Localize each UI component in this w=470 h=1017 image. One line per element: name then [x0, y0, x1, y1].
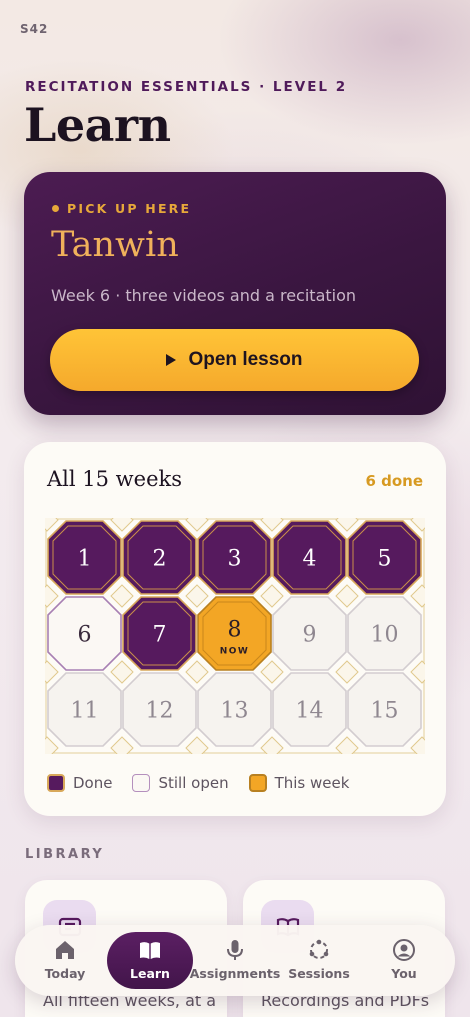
course-kicker: RECITATION ESSENTIALS · LEVEL 2	[25, 79, 348, 95]
weeks-card: All 15 weeks 6 done 1 2 3 4 5 6 7 8 NOW 9 10 11 12 13…	[24, 442, 446, 816]
tab-learn-label: Learn	[130, 966, 170, 981]
grid-diamond	[45, 518, 59, 532]
week-number: 15	[371, 699, 399, 724]
grid-diamond	[260, 660, 284, 684]
week-tile-15[interactable]: 15	[347, 672, 422, 747]
lesson-title: Tanwin	[51, 225, 179, 265]
tab-you-label: You	[391, 966, 417, 981]
week-number: 3	[228, 547, 242, 572]
profile-icon	[393, 939, 415, 961]
week-tile-5[interactable]: 5	[347, 520, 422, 595]
status-dot-icon	[52, 205, 59, 212]
grid-diamond	[260, 518, 284, 532]
grid-diamond	[410, 660, 425, 684]
week-number: 4	[303, 547, 317, 572]
week-number: 7	[153, 623, 167, 648]
pickup-label: PICK UP HERE	[52, 201, 191, 216]
bottom-tab-bar: Today Learn Assignments Sessions You	[15, 925, 455, 996]
week-number: 1	[78, 547, 92, 572]
week-tile-6[interactable]: 6	[47, 596, 122, 671]
legend-done: Done	[47, 774, 112, 792]
week-number: 14	[296, 699, 324, 724]
grid-diamond	[260, 736, 284, 754]
week-tile-7[interactable]: 7	[122, 596, 197, 671]
status-code: S42	[20, 22, 49, 36]
week-tile-9[interactable]: 9	[272, 596, 347, 671]
home-icon	[56, 941, 74, 959]
grid-diamond	[110, 518, 134, 532]
grid-diamond	[185, 584, 209, 608]
week-tile-12[interactable]: 12	[122, 672, 197, 747]
week-tile-13[interactable]: 13	[197, 672, 272, 747]
legend-open: Still open	[132, 774, 229, 792]
library-heading: LIBRARY	[25, 847, 105, 862]
week-tile-8[interactable]: 8 NOW	[197, 596, 272, 671]
grid-diamond	[260, 584, 284, 608]
tab-sessions-label: Sessions	[288, 966, 350, 981]
week-number: 10	[371, 623, 399, 648]
grid-diamond	[410, 584, 425, 608]
grid-diamond	[335, 518, 359, 532]
pickup-text: PICK UP HERE	[67, 201, 192, 216]
grid-diamond	[185, 518, 209, 532]
book-icon	[140, 942, 160, 959]
legend-open-label: Still open	[158, 774, 229, 792]
grid-diamond	[185, 736, 209, 754]
grid-diamond	[335, 736, 359, 754]
week-number: 12	[146, 699, 174, 724]
grid-diamond	[185, 660, 209, 684]
tab-today[interactable]: Today	[22, 932, 108, 989]
tab-assignments-label: Assignments	[189, 966, 281, 981]
week-number: 11	[71, 699, 99, 724]
now-badge: NOW	[220, 647, 250, 657]
week-number: 13	[221, 699, 249, 724]
grid-diamond	[335, 584, 359, 608]
week-number: 8	[228, 618, 242, 643]
tab-learn[interactable]: Learn	[107, 932, 193, 989]
legend-done-swatch	[47, 774, 65, 792]
week-number: 6	[78, 623, 92, 648]
grid-diamond	[335, 660, 359, 684]
grid-diamond	[45, 660, 59, 684]
week-tile-2[interactable]: 2	[122, 520, 197, 595]
microphone-icon	[227, 940, 243, 960]
grid-diamond	[410, 736, 425, 754]
legend-now: This week	[248, 774, 350, 792]
legend-now-swatch	[248, 774, 267, 792]
grid-diamond	[110, 736, 134, 754]
week-tile-3[interactable]: 3	[197, 520, 272, 595]
weeks-grid: 1 2 3 4 56 7 8NOW9 1011 12 13 14 15	[45, 518, 425, 754]
grid-diamond	[45, 736, 59, 754]
sessions-icon	[309, 939, 329, 959]
week-number: 9	[303, 623, 317, 648]
grid-diamond	[110, 660, 134, 684]
legend-now-label: This week	[274, 774, 350, 792]
grid-diamond	[410, 518, 425, 532]
week-tile-4[interactable]: 4	[272, 520, 347, 595]
week-number: 5	[378, 547, 392, 572]
week-tile-11[interactable]: 11	[47, 672, 122, 747]
weeks-done-count: 6 done	[365, 472, 423, 490]
grid-diamond	[45, 584, 59, 608]
grid-diamond	[110, 584, 134, 608]
week-number: 2	[153, 547, 167, 572]
open-lesson-button[interactable]: Open lesson	[50, 329, 419, 391]
weeks-legend: Done Still open This week	[47, 774, 369, 792]
tab-today-label: Today	[44, 966, 86, 981]
lesson-subtitle: Week 6 · three videos and a recitation	[51, 286, 357, 305]
tab-assignments[interactable]: Assignments	[189, 932, 281, 989]
tab-you[interactable]: You	[361, 932, 447, 989]
play-icon	[166, 354, 177, 366]
legend-open-swatch	[132, 774, 151, 792]
week-tile-10[interactable]: 10	[347, 596, 422, 671]
tab-sessions[interactable]: Sessions	[276, 932, 362, 989]
open-lesson-label: Open lesson	[188, 349, 303, 370]
page-title: Learn	[24, 98, 171, 152]
weeks-title: All 15 weeks	[47, 467, 183, 491]
week-tile-1[interactable]: 1	[47, 520, 122, 595]
week-tile-14[interactable]: 14	[272, 672, 347, 747]
continue-lesson-card: PICK UP HERE Tanwin Week 6 · three video…	[24, 172, 446, 415]
legend-done-label: Done	[73, 774, 113, 792]
